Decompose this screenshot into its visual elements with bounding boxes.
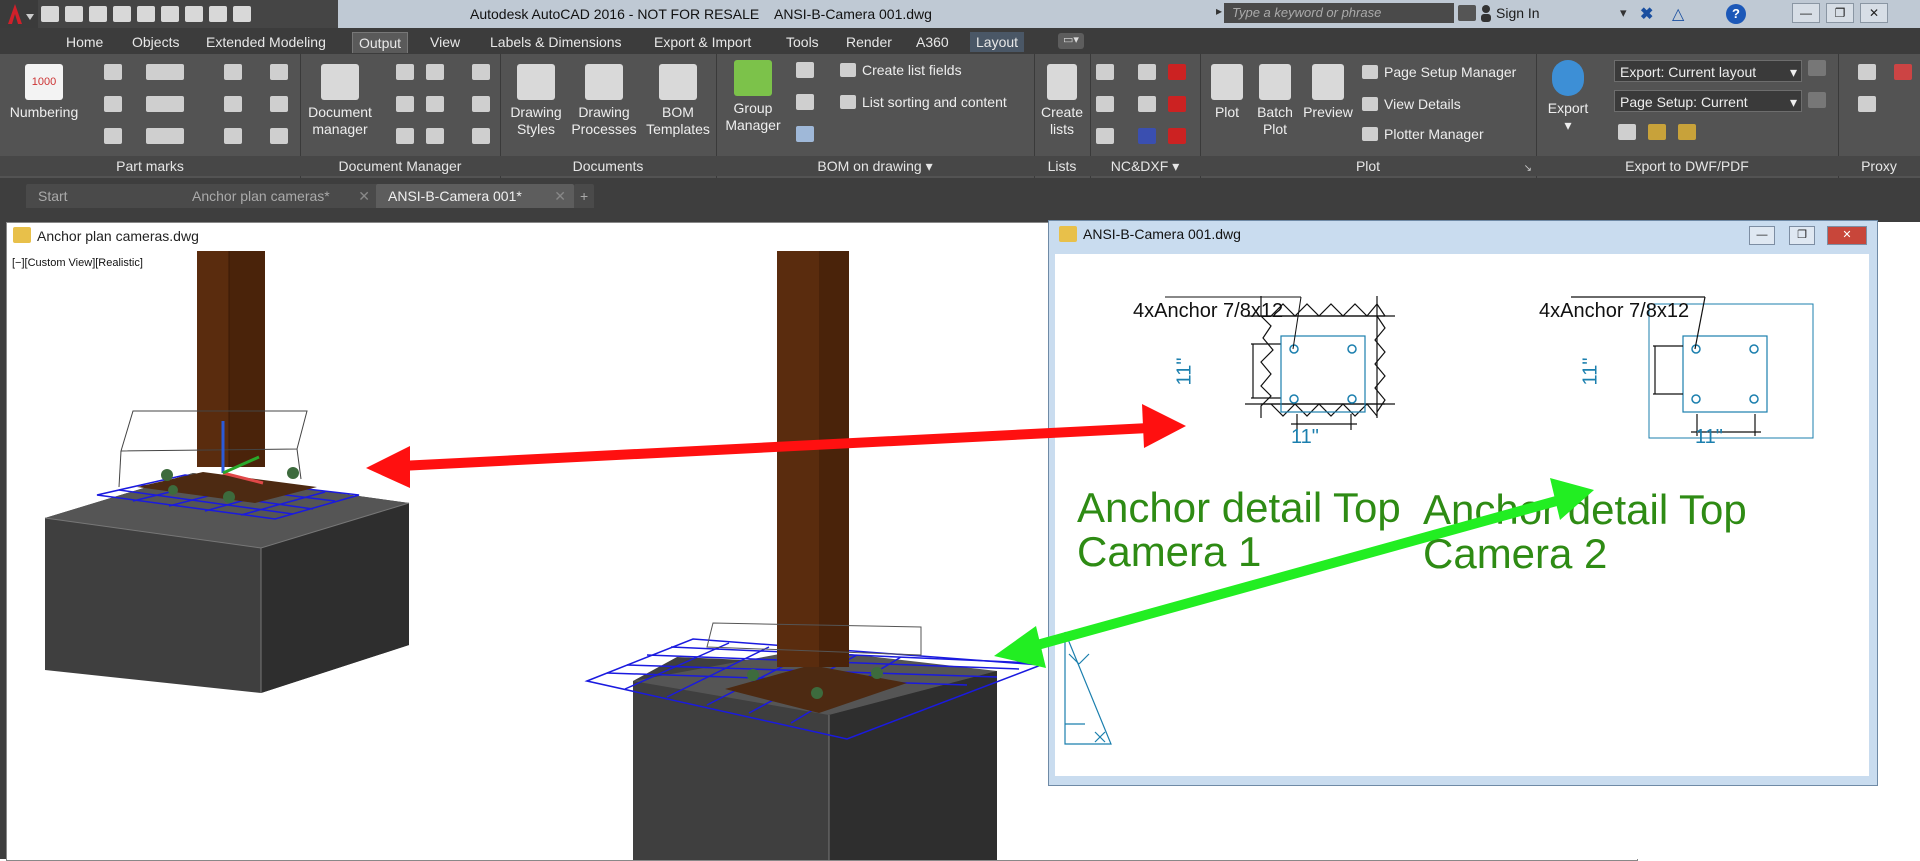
red-arrow-annotation	[366, 404, 1186, 488]
annotation-arrows	[366, 404, 1594, 668]
green-arrow-annotation	[994, 478, 1594, 668]
